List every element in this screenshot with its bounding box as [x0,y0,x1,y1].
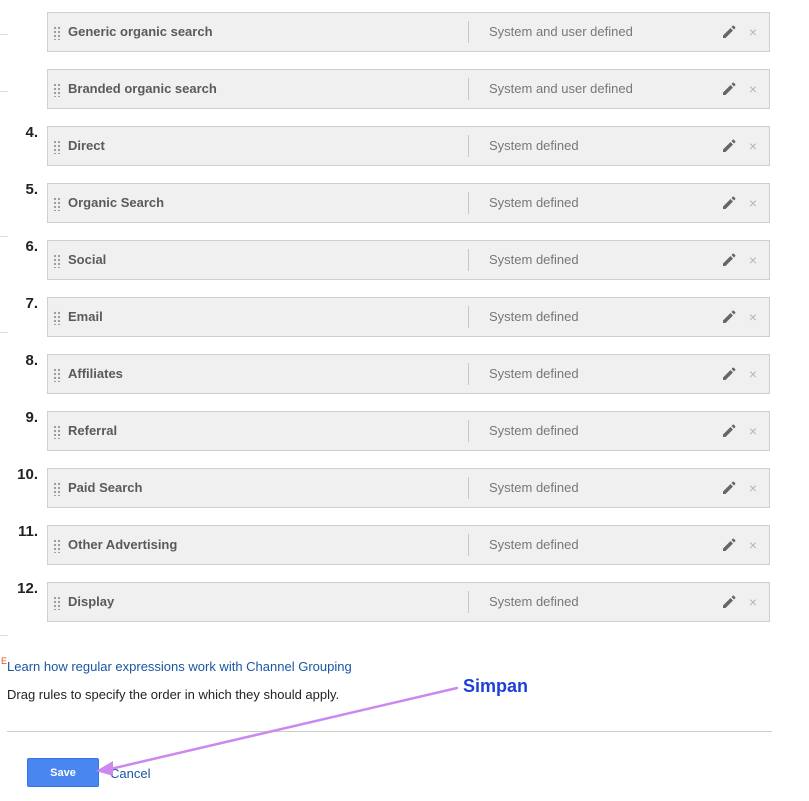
pencil-icon[interactable] [722,367,736,381]
rule-name: Direct [68,138,105,153]
channel-rule-row[interactable]: Organic Search System defined × [47,183,770,223]
rule-name: Branded organic search [68,81,217,96]
rule-type: System defined [489,195,579,210]
pencil-icon[interactable] [722,538,736,552]
drag-handle-icon[interactable] [53,254,61,268]
pencil-icon[interactable] [722,481,736,495]
close-icon[interactable]: × [747,298,759,336]
section-divider [7,731,772,732]
pencil-icon[interactable] [722,139,736,153]
channel-rule-row[interactable]: Referral System defined × [47,411,770,451]
rule-name: Email [68,309,103,324]
cancel-link[interactable]: Cancel [110,766,150,781]
column-divider [468,135,469,157]
close-icon[interactable]: × [747,184,759,222]
pencil-icon[interactable] [722,82,736,96]
left-edge-rule [0,34,8,35]
pencil-icon[interactable] [722,196,736,210]
rule-type: System defined [489,537,579,552]
channel-rule-row[interactable]: Branded organic search System and user de… [47,69,770,109]
channel-rule-row[interactable]: Affiliates System defined × [47,354,770,394]
close-icon[interactable]: × [747,469,759,507]
rule-number: 12. [17,580,38,597]
drag-handle-icon[interactable] [53,311,61,325]
channel-rule-row[interactable]: Paid Search System defined × [47,468,770,508]
close-icon[interactable]: × [747,13,759,51]
regex-help-link[interactable]: Learn how regular expressions work with … [7,659,352,674]
pencil-icon[interactable] [722,424,736,438]
close-icon[interactable]: × [747,583,759,621]
close-icon[interactable]: × [747,412,759,450]
save-button[interactable]: Save [27,758,99,787]
rule-name: Organic Search [68,195,165,210]
rule-name: Paid Search [68,480,143,495]
column-divider [468,21,469,43]
drag-handle-icon[interactable] [53,596,61,610]
channel-rule-row[interactable]: Other Advertising System defined × [47,525,770,565]
left-edge-rule [0,332,8,333]
rule-type: System defined [489,480,579,495]
drag-handle-icon[interactable] [53,83,61,97]
rule-type: System defined [489,594,579,609]
rule-number: 10. [17,466,38,483]
left-edge-rule [0,236,8,237]
close-icon[interactable]: × [747,70,759,108]
rule-number: 11. [17,523,38,540]
pencil-icon[interactable] [722,25,736,39]
channel-rule-row[interactable]: Display System defined × [47,582,770,622]
annotation-label: Simpan [463,676,529,696]
rule-name: Social [68,252,107,267]
rule-name: Generic organic search [68,24,213,39]
rule-name: Display [68,594,115,609]
rule-number: 7. [25,295,38,312]
column-divider [468,249,469,271]
close-icon[interactable]: × [747,355,759,393]
rule-number: 6. [25,238,38,255]
drag-handle-icon[interactable] [53,197,61,211]
channel-rule-row[interactable]: Generic organic search System and user de… [47,12,770,52]
rule-number: 5. [25,181,38,198]
pencil-icon[interactable] [722,595,736,609]
column-divider [468,192,469,214]
rule-name: Affiliates [68,366,123,381]
rule-name: Other Advertising [68,537,178,552]
annotation-arrow [96,686,459,776]
close-icon[interactable]: × [747,526,759,564]
channel-rule-row[interactable]: Email System defined × [47,297,770,337]
left-edge-rule [0,91,8,92]
rule-number: 4. [25,124,38,141]
drag-handle-icon[interactable] [53,140,61,154]
rule-type: System defined [489,252,579,267]
rule-number: 8. [25,352,38,369]
drag-handle-icon[interactable] [53,26,61,40]
column-divider [468,420,469,442]
column-divider [468,591,469,613]
column-divider [468,78,469,100]
left-edge-rule [0,635,8,636]
drag-instruction-text: Drag rules to specify the order in which… [7,687,340,702]
drag-handle-icon[interactable] [53,425,61,439]
rule-type: System defined [489,366,579,381]
column-divider [468,363,469,385]
drag-handle-icon[interactable] [53,482,61,496]
rule-type: System defined [489,138,579,153]
close-icon[interactable]: × [747,127,759,165]
rule-number: 9. [25,409,38,426]
close-icon[interactable]: × [747,241,759,279]
rule-type: System and user defined [489,81,633,96]
column-divider [468,534,469,556]
channel-rule-row[interactable]: Social System defined × [47,240,770,280]
pencil-icon[interactable] [722,310,736,324]
pencil-icon[interactable] [722,253,736,267]
rule-name: Referral [68,423,118,438]
drag-handle-icon[interactable] [53,368,61,382]
column-divider [468,477,469,499]
rule-type: System defined [489,309,579,324]
rule-type: System defined [489,423,579,438]
channel-rule-row[interactable]: Direct System defined × [47,126,770,166]
drag-handle-icon[interactable] [53,539,61,553]
column-divider [468,306,469,328]
rule-type: System and user defined [489,24,633,39]
